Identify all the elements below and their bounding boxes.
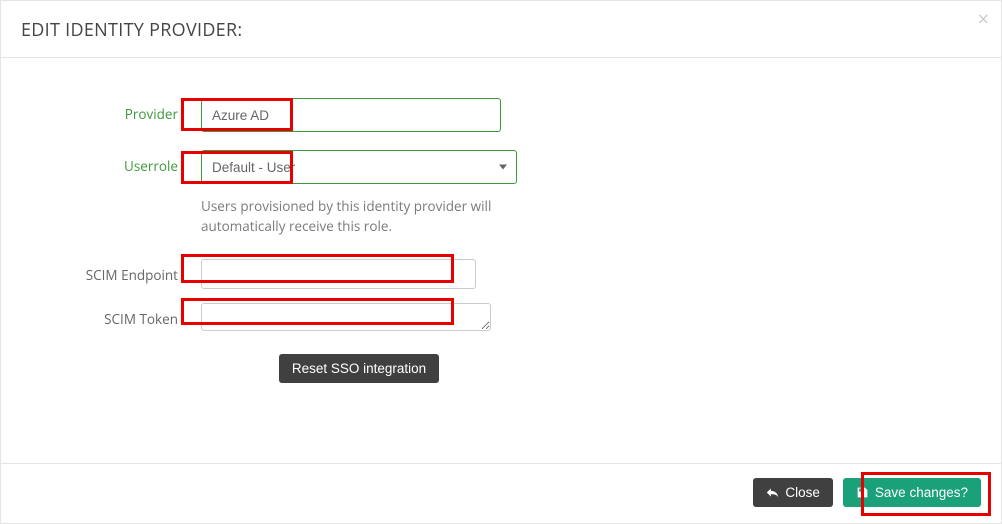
row-scim-endpoint: SCIM Endpoint (21, 259, 981, 289)
row-userrole-help: Users provisioned by this identity provi… (21, 194, 981, 237)
label-scim-token: SCIM Token (21, 303, 201, 328)
modal-header: EDIT IDENTITY PROVIDER: × (1, 1, 1001, 58)
modal-title: EDIT IDENTITY PROVIDER: (21, 18, 242, 42)
provider-input[interactable] (201, 98, 501, 132)
save-label: Save changes? (875, 485, 968, 500)
reset-sso-label: Reset SSO integration (292, 361, 426, 376)
save-button[interactable]: Save changes? (843, 478, 981, 507)
reset-sso-button[interactable]: Reset SSO integration (279, 354, 439, 383)
label-scim-endpoint: SCIM Endpoint (21, 259, 201, 284)
modal-footer: Close Save changes? (1, 463, 1001, 523)
userrole-help-text: Users provisioned by this identity provi… (201, 196, 501, 237)
userrole-select[interactable]: Default - User (201, 150, 517, 184)
label-provider: Provider (21, 98, 201, 123)
scim-endpoint-input[interactable] (201, 259, 476, 289)
close-icon[interactable]: × (978, 9, 989, 29)
row-provider: Provider (21, 98, 981, 132)
close-label: Close (785, 485, 820, 500)
floppy-save-icon (856, 486, 869, 499)
label-userrole: Userrole (21, 150, 201, 175)
scim-token-textarea[interactable] (201, 303, 491, 331)
modal-body: Provider Userrole Default - User Users p… (1, 58, 1001, 463)
close-button[interactable]: Close (753, 478, 833, 507)
row-scim-token: SCIM Token (21, 303, 981, 336)
reply-arrow-icon (766, 486, 779, 499)
row-reset: Reset SSO integration (201, 354, 517, 383)
row-userrole: Userrole Default - User (21, 150, 981, 184)
